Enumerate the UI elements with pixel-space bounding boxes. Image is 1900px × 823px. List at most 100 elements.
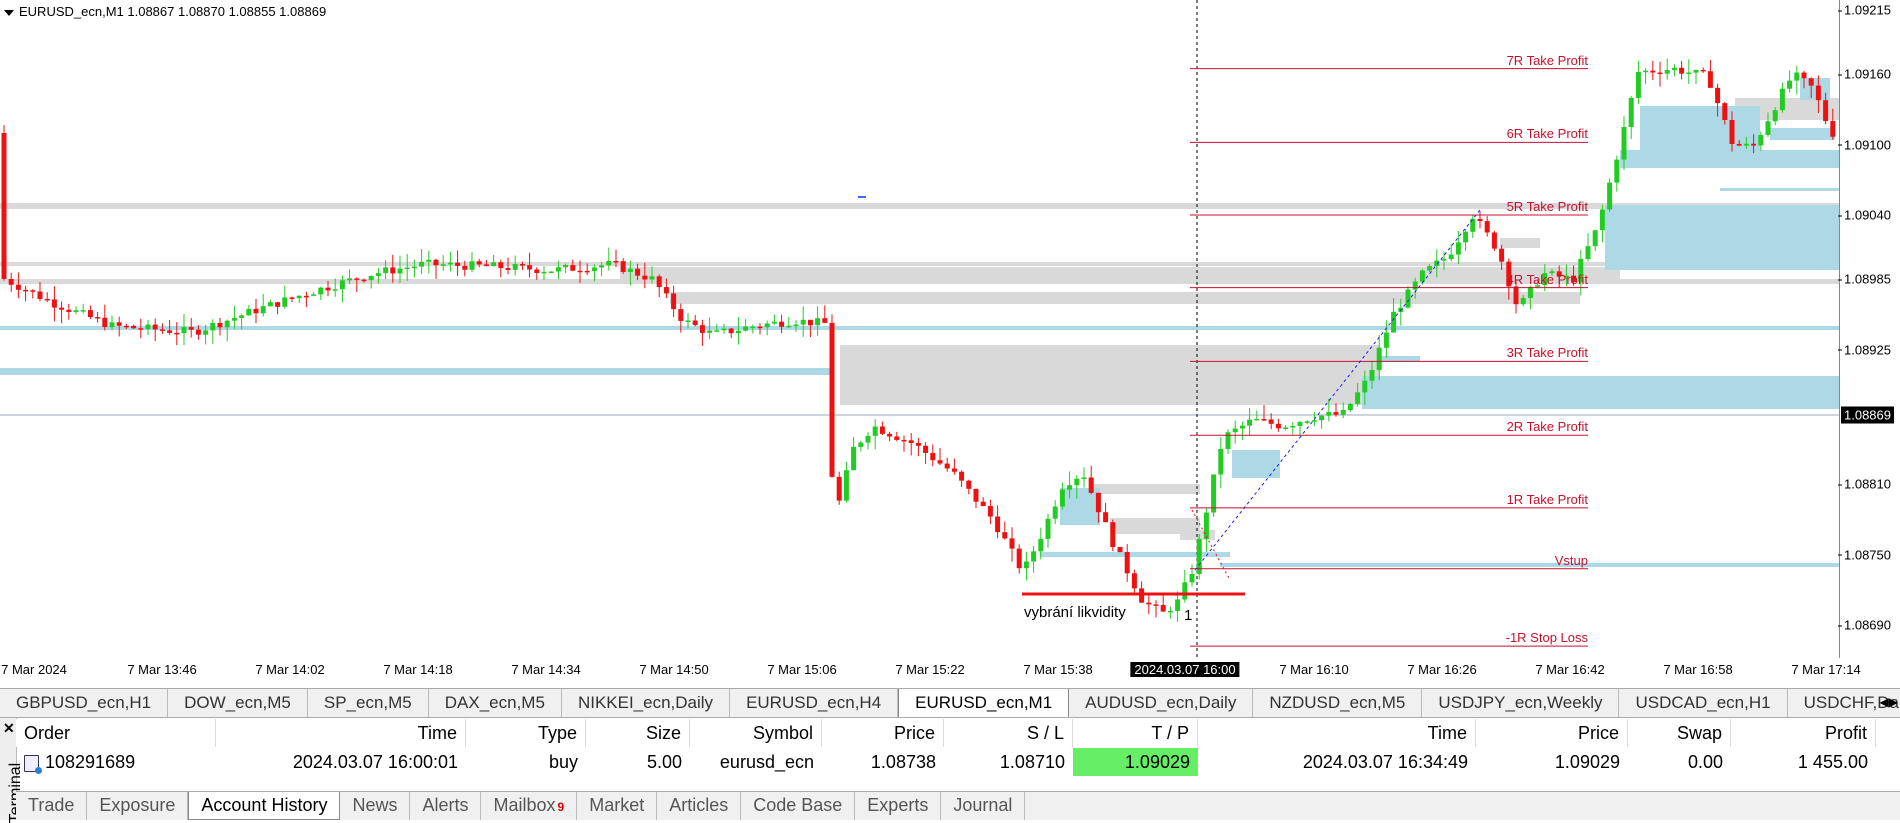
column-header[interactable]: Swap: [1628, 719, 1731, 747]
candle-body-55: [397, 268, 403, 274]
terminal-tab[interactable]: Journal: [941, 792, 1026, 820]
candle-body-200: [1441, 259, 1447, 261]
terminal-tab[interactable]: Exposure: [87, 792, 189, 820]
candle-body-174: [1254, 418, 1260, 421]
chart-tab[interactable]: EURUSD_ecn,M1: [898, 689, 1070, 717]
candle-body-28: [203, 330, 209, 335]
candle-body-233: [1679, 67, 1685, 74]
candle-body-167: [1203, 512, 1209, 539]
column-header[interactable]: Price: [822, 719, 944, 747]
column-header[interactable]: Order: [20, 719, 216, 747]
candle-body-227: [1635, 71, 1641, 98]
column-header[interactable]: Size: [586, 719, 690, 747]
close-icon[interactable]: ✕: [3, 720, 15, 737]
terminal-tab[interactable]: Articles: [657, 792, 742, 820]
candle-body-153: [1103, 512, 1109, 523]
terminal-tab[interactable]: Account History: [188, 792, 341, 820]
column-header[interactable]: Price: [1476, 719, 1628, 747]
price-axis[interactable]: 1.09215 1.09160 1.09100 1.09040 1.08985 1.089…: [1838, 0, 1900, 658]
price-tick: 1.08925: [1838, 342, 1891, 358]
candle-body-162: [1167, 610, 1173, 613]
chart-area[interactable]: EURUSD_ecn,M1 1.08867 1.08870 1.08855 1.…: [0, 0, 1840, 658]
candle-body-110: [793, 324, 799, 327]
time-tick: 7 Mar 2024: [1, 662, 67, 677]
terminal-tab[interactable]: News: [340, 792, 411, 820]
candle-body-67: [483, 264, 489, 267]
candle-body-61: [440, 264, 446, 266]
candle-body-27: [195, 329, 201, 335]
terminal-tab[interactable]: Code Base: [741, 792, 856, 820]
chart-tab[interactable]: DOW_ecn,M5: [168, 689, 308, 717]
collapse-triangle-icon[interactable]: [4, 9, 14, 16]
terminal-tabs: Trade Exposure Account History News Alerts Ma…: [16, 791, 1900, 820]
candle-body-252: [1815, 85, 1821, 101]
candle-body-175: [1261, 418, 1267, 421]
zone-23: [1220, 563, 1839, 567]
price-tick: 1.08690: [1838, 617, 1891, 633]
column-header[interactable]: Time: [1198, 719, 1476, 747]
terminal-tab[interactable]: Trade: [16, 792, 88, 820]
column-header[interactable]: Symbol: [690, 719, 822, 747]
column-header[interactable]: Profit: [1731, 719, 1876, 747]
candle-body-222: [1599, 209, 1605, 231]
chart-tab[interactable]: NIKKEI_ecn,Daily: [562, 689, 731, 717]
chart-tab[interactable]: USDCAD_ecn,H1: [1619, 689, 1788, 717]
chart-tab[interactable]: NZDUSD_ecn,M5: [1253, 689, 1423, 717]
candle-body-225: [1621, 126, 1627, 160]
column-header[interactable]: Time: [216, 719, 466, 747]
zone-25: [1720, 188, 1839, 191]
column-header[interactable]: T / P: [1073, 719, 1198, 747]
zone-21: [1770, 128, 1835, 140]
candle-body-5: [37, 291, 43, 299]
candle-body-203: [1463, 231, 1469, 243]
chart-tab[interactable]: SP_ecn,M5: [308, 689, 429, 717]
candle-body-50: [361, 279, 367, 282]
candle-body-116: [836, 476, 842, 501]
zone-14: [1605, 205, 1839, 270]
table-row[interactable]: 108291689 2024.03.07 16:00:01 buy 5.00 eurus…: [16, 748, 1900, 776]
chart-tab[interactable]: DAX_ecn,M5: [429, 689, 562, 717]
candle-body-239: [1722, 103, 1728, 121]
candle-body-86: [620, 261, 626, 272]
candle-body-137: [987, 505, 993, 517]
candle-body-180: [1297, 422, 1303, 426]
chart-tab[interactable]: GBPUSD_ecn,H1: [0, 689, 169, 717]
candle-body-127: [915, 443, 921, 446]
level-label: 3R Take Profit: [1506, 345, 1588, 361]
chart-tab[interactable]: EURUSD_ecn,H4: [730, 689, 899, 717]
candle-body-135: [973, 488, 979, 502]
candle-body-101: [728, 328, 734, 334]
terminal-tab-label: Journal: [953, 795, 1013, 815]
candle-body-211: [1520, 297, 1526, 305]
candle-body-142: [1023, 561, 1029, 569]
candle-body-185: [1333, 412, 1339, 415]
candle-body-188: [1355, 392, 1361, 404]
time-axis[interactable]: 7 Mar 2024 7 Mar 13:46 7 Mar 14:02 7 Mar 14…: [0, 658, 1861, 686]
candle-body-98: [707, 330, 713, 333]
table-cell: 108291689: [20, 748, 216, 776]
terminal-tab[interactable]: Experts: [855, 792, 942, 820]
candle-body-202: [1455, 242, 1461, 255]
table-cell-text: 5.00: [646, 752, 682, 772]
candle-body-11: [80, 310, 86, 312]
terminal-tab[interactable]: Alerts: [410, 792, 482, 820]
terminal-tab-label: Market: [589, 795, 645, 815]
candle-body-23: [167, 330, 173, 333]
tab-scroll-arrows-icon[interactable]: ◀▶: [1880, 695, 1898, 709]
candle-body-196: [1412, 281, 1418, 290]
time-tick: 7 Mar 16:26: [1407, 662, 1477, 677]
chart-tab[interactable]: AUDUSD_ecn,Daily: [1069, 689, 1254, 717]
terminal-tab[interactable]: Mailbox 9: [481, 792, 578, 820]
candle-body-165: [1189, 574, 1195, 583]
candle-body-32: [231, 318, 237, 321]
candle-body-183: [1319, 415, 1325, 421]
candle-body-122: [879, 426, 885, 434]
candle-body-114: [822, 318, 828, 323]
column-header[interactable]: Type: [466, 719, 586, 747]
candle-body-2: [15, 284, 21, 290]
terminal-tab[interactable]: Market: [577, 792, 658, 820]
candle-body-236: [1700, 69, 1706, 72]
column-header[interactable]: S / L: [944, 719, 1073, 747]
table-cell-text: 0.00: [1687, 752, 1723, 772]
chart-tab[interactable]: USDJPY_ecn,Weekly: [1422, 689, 1620, 717]
